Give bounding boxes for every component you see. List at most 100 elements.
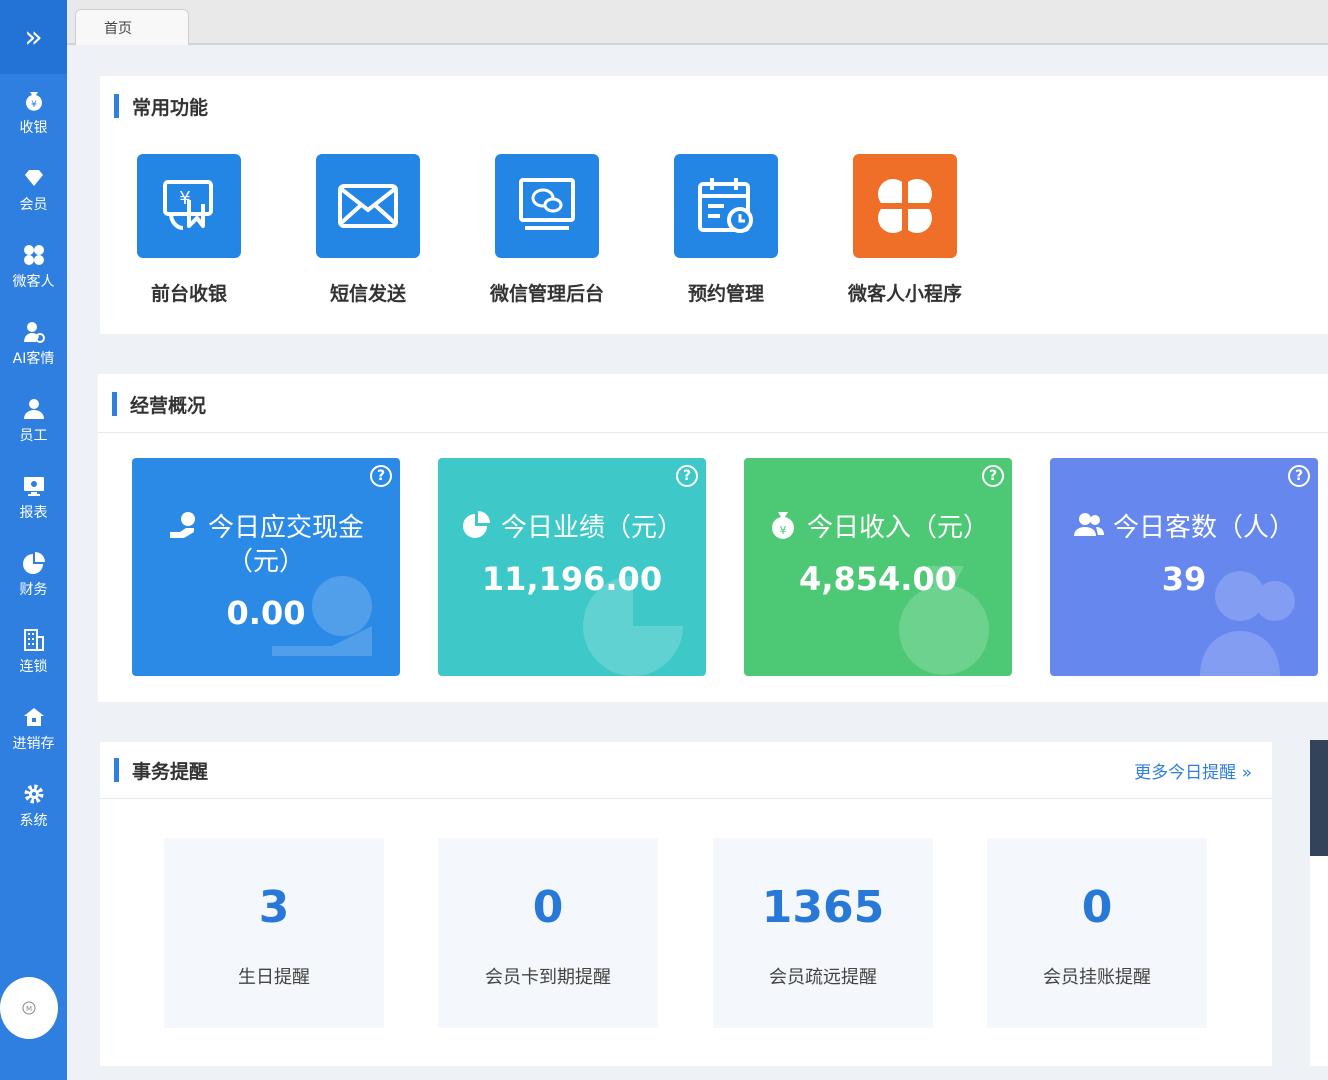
- shortcut-label: 微信管理后台: [489, 283, 604, 305]
- sidebar-item-label: 会员: [19, 197, 48, 213]
- sidebar-item-label: 微客人: [12, 274, 55, 290]
- yen-bag-icon: ¥: [771, 512, 794, 539]
- panel-title: 常用功能: [114, 93, 208, 119]
- sidebar-item-system[interactable]: 系统: [0, 767, 67, 844]
- reminder-count: 3: [258, 882, 290, 933]
- panel-title: 经营概况: [112, 391, 206, 417]
- users-icon: [1073, 513, 1104, 536]
- stat-label: 今日业绩（元）: [500, 513, 683, 543]
- sidebar-item-cashier[interactable]: ¥ 收银: [0, 74, 67, 151]
- shortcut-label: 微客人小程序: [847, 283, 962, 305]
- sidebar-item-finance[interactable]: 财务: [0, 536, 67, 613]
- reminder-birthday[interactable]: 3 生日提醒: [164, 838, 384, 1028]
- double-chevron-right-icon: »: [1241, 763, 1252, 783]
- sidebar-item-staff[interactable]: 员工: [0, 382, 67, 459]
- sidebar-item-member[interactable]: 会员: [0, 151, 67, 228]
- reminder-label: 会员挂账提醒: [1043, 967, 1151, 988]
- hand-coin-icon: [169, 512, 195, 538]
- help-icon[interactable]: ?: [370, 465, 392, 487]
- reminder-count: 0: [532, 882, 564, 933]
- cashier-hand-icon: ¥: [137, 154, 241, 258]
- stat-label-row: 今日业绩（元）: [438, 510, 706, 545]
- shortcut-label: 短信发送: [329, 283, 406, 305]
- reminder-label: 生日提醒: [238, 967, 310, 988]
- stat-label: 今日收入（元）: [806, 513, 989, 543]
- shortcut-sms[interactable]: 短信发送: [298, 154, 438, 306]
- wechat-monitor-icon: [495, 154, 599, 258]
- tab-label: 首页: [104, 20, 132, 37]
- sidebar-item-label: 员工: [19, 428, 48, 444]
- reminder-card-expiry[interactable]: 0 会员卡到期提醒: [438, 838, 658, 1028]
- logo-icon: M: [22, 1001, 36, 1015]
- svg-text:¥: ¥: [31, 100, 37, 110]
- svg-text:¥: ¥: [779, 524, 786, 537]
- building-icon: [21, 627, 47, 653]
- sidebar: » ¥ 收银 会员 微客人 AI客情 员工 报表 财务 连锁 进销存 系统 M: [0, 0, 67, 1080]
- reminder-credit[interactable]: 0 会员挂账提醒: [987, 838, 1207, 1028]
- yen-bag-icon: ¥: [21, 88, 47, 114]
- stat-value: 4,854.00: [799, 560, 957, 598]
- sidebar-item-label: 报表: [19, 505, 48, 521]
- person-icon: [21, 396, 47, 422]
- monitor-icon: [21, 473, 47, 499]
- shortcut-mini-program[interactable]: 微客人小程序: [835, 154, 975, 306]
- sidebar-item-label: 进销存: [12, 736, 55, 752]
- shortcut-label: 预约管理: [687, 283, 764, 305]
- side-panel: [1310, 856, 1328, 1066]
- gear-icon: [21, 781, 47, 807]
- stat-value: 39: [1161, 560, 1207, 598]
- stat-card-income: ? ¥ 今日收入（元） 4,854.00: [744, 458, 1012, 676]
- help-icon[interactable]: ?: [982, 465, 1004, 487]
- reminder-estranged[interactable]: 1365 会员疏远提醒: [713, 838, 933, 1028]
- shortcut-cashier[interactable]: ¥ 前台收银: [119, 154, 259, 306]
- help-icon[interactable]: ?: [1288, 465, 1310, 487]
- stat-value: 0.00: [226, 594, 306, 632]
- stat-card-cash: ? 今日应交现金（元） 0.00: [132, 458, 400, 676]
- svg-text:M: M: [26, 1005, 32, 1013]
- sidebar-item-chain[interactable]: 连锁: [0, 613, 67, 690]
- tab-bar: 首页: [67, 0, 1328, 45]
- avatar[interactable]: M: [0, 977, 58, 1039]
- side-panel-handle[interactable]: [1310, 740, 1328, 856]
- sidebar-toggle-button[interactable]: »: [0, 0, 67, 74]
- divider: [98, 432, 1328, 433]
- common-functions-panel: 常用功能 ¥ 前台收银 短信发送 微信管理后台 预约管理 微客人小程序: [100, 76, 1328, 334]
- sidebar-item-label: 连锁: [19, 659, 48, 675]
- shortcut-label: 前台收银: [150, 283, 227, 305]
- stat-label-row: 今日客数（人）: [1050, 510, 1318, 545]
- sidebar-item-weike[interactable]: 微客人: [0, 228, 67, 305]
- reminder-label: 会员疏远提醒: [769, 967, 877, 988]
- business-overview-panel: 经营概况 ? 今日应交现金（元） 0.00 ? 今日业绩（元） 11,196.0…: [98, 374, 1328, 702]
- divider: [100, 798, 1272, 799]
- pie-chart-icon: [21, 550, 47, 576]
- clover-icon: [21, 242, 47, 268]
- sidebar-item-label: AI客情: [12, 351, 55, 367]
- sidebar-item-label: 收银: [19, 120, 48, 136]
- reminder-count: 1365: [761, 882, 885, 933]
- sidebar-item-ai[interactable]: AI客情: [0, 305, 67, 382]
- stat-card-customers: ? 今日客数（人） 39: [1050, 458, 1318, 676]
- reminder-count: 0: [1081, 882, 1113, 933]
- sidebar-item-label: 系统: [19, 813, 48, 829]
- shortcut-appointment[interactable]: 预约管理: [656, 154, 796, 306]
- tab-home[interactable]: 首页: [75, 9, 189, 45]
- more-link-label: 更多今日提醒: [1134, 763, 1237, 783]
- diamond-icon: [21, 165, 47, 191]
- sidebar-item-inventory[interactable]: 进销存: [0, 690, 67, 767]
- sidebar-item-label: 财务: [19, 582, 48, 598]
- stat-label-row: 今日应交现金（元）: [132, 510, 400, 579]
- user-gear-icon: [21, 319, 47, 345]
- help-icon[interactable]: ?: [676, 465, 698, 487]
- stat-label: 今日客数（人）: [1112, 513, 1295, 543]
- clover-icon: [853, 154, 957, 258]
- stat-value: 11,196.00: [481, 560, 663, 598]
- shortcut-wechat-admin[interactable]: 微信管理后台: [477, 154, 617, 306]
- house-icon: [21, 704, 47, 730]
- pie-chart-icon: [462, 511, 490, 538]
- double-chevron-right-icon: »: [24, 19, 43, 55]
- reminders-panel: 事务提醒 更多今日提醒 » 3 生日提醒 0 会员卡到期提醒 1365 会员疏远…: [100, 742, 1272, 1066]
- more-reminders-link[interactable]: 更多今日提醒 »: [1134, 758, 1252, 783]
- stat-label: 今日应交现金（元）: [207, 513, 364, 577]
- sidebar-item-report[interactable]: 报表: [0, 459, 67, 536]
- reminder-label: 会员卡到期提醒: [485, 967, 611, 988]
